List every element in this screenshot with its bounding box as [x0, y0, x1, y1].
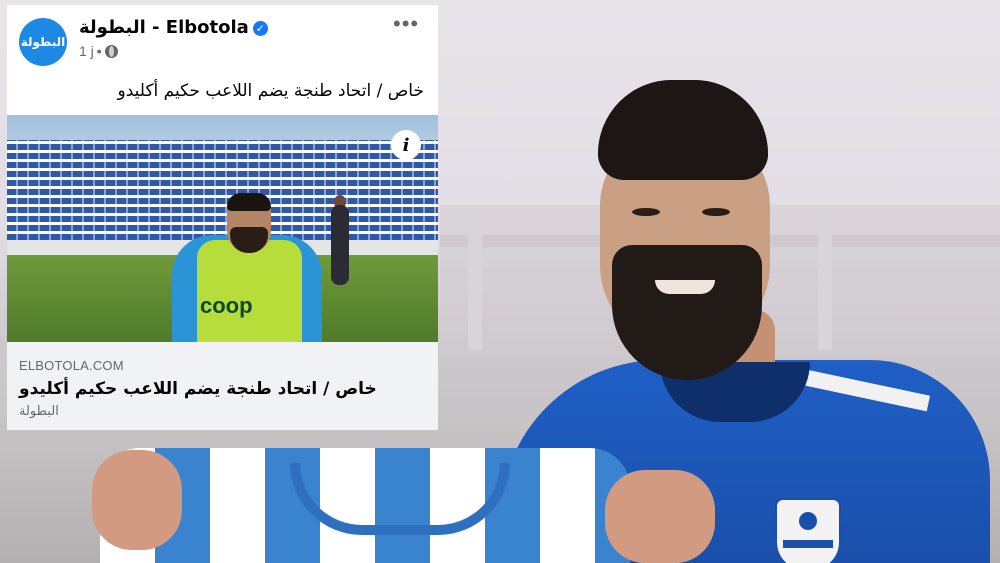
post-time[interactable]: 1 j — [79, 43, 94, 59]
player-smile — [655, 280, 715, 294]
link-preview-footer[interactable]: ELBOTOLA.COM خاص / اتحاد طنجة يضم اللاعب… — [7, 342, 438, 430]
preview-bib-sponsor: coop — [200, 293, 253, 318]
more-options-icon[interactable]: ••• — [393, 13, 419, 35]
link-title[interactable]: خاص / اتحاد طنجة يضم اللاعب حكيم أكليدو — [19, 379, 377, 399]
preview-player: coop — [172, 193, 322, 342]
preview-training-bib — [197, 240, 302, 342]
crest-band — [783, 540, 833, 548]
post-meta: 1 j • — [79, 43, 118, 59]
crest-ball-icon — [799, 512, 817, 530]
info-icon[interactable]: i — [391, 130, 421, 160]
meta-separator: • — [96, 43, 102, 59]
player-eye — [702, 208, 730, 216]
player-hair-top — [598, 80, 768, 180]
club-crest — [775, 498, 841, 563]
right-hand — [605, 470, 715, 563]
post-text: خاص / اتحاد طنجة يضم اللاعب حكيم أكليدو — [117, 81, 424, 101]
player-eye — [632, 208, 660, 216]
link-preview-image[interactable]: coop i — [7, 115, 438, 342]
facebook-post-card: البطولة البطولة - Elbotola ✓ 1 j • ••• خا… — [7, 5, 438, 430]
link-domain: ELBOTOLA.COM — [19, 358, 124, 373]
preview-player-hair — [227, 193, 271, 211]
page-name-text[interactable]: البطولة - Elbotola — [79, 17, 249, 38]
page-avatar[interactable]: البطولة — [19, 18, 67, 66]
avatar-logo-text: البطولة — [20, 35, 66, 49]
verified-badge-icon: ✓ — [252, 20, 268, 36]
preview-bystander — [331, 205, 349, 285]
left-hand — [92, 450, 182, 550]
link-source: البطولة — [19, 404, 59, 419]
globe-icon — [104, 44, 118, 58]
page-name[interactable]: البطولة - Elbotola ✓ — [79, 17, 268, 38]
